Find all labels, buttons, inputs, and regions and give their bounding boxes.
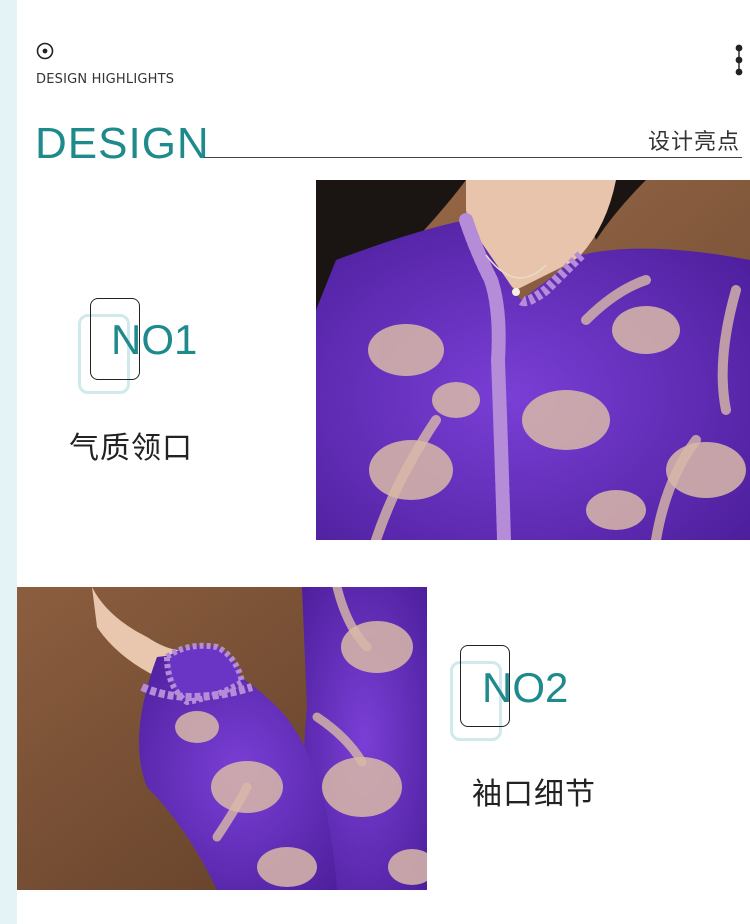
design-highlights-label: DESIGN HIGHLIGHTS [36,72,175,87]
cuff-photo [17,587,427,890]
feature-1-number: NO1 [111,316,198,363]
title-divider [204,157,742,158]
feature-1-number-badge: NO1 [78,296,218,406]
feature-2-number: NO2 [482,664,569,711]
design-highlights-cn-title: 设计亮点 [647,130,740,155]
feature-2-label: 袖口细节 [472,777,596,812]
collar-photo [316,180,750,540]
feature-2-number-badge: NO2 [450,643,590,753]
target-icon [36,42,54,60]
side-strip [0,0,17,924]
vertical-dots-icon [735,44,743,76]
design-title: DESIGN [35,119,210,168]
feature-1-label: 气质领口 [69,431,193,466]
